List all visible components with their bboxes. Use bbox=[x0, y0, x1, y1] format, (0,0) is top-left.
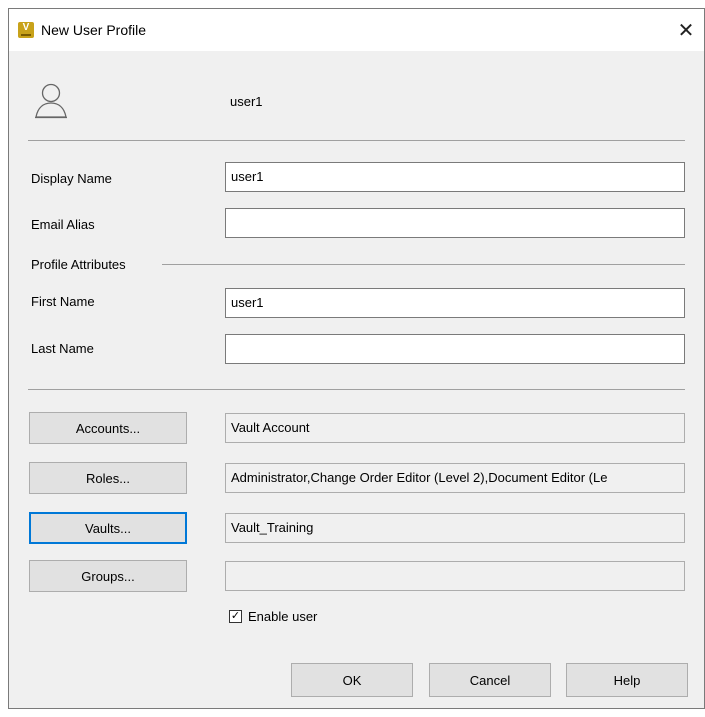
vault-app-icon: V bbox=[18, 22, 34, 38]
profile-attributes-divider bbox=[162, 264, 685, 265]
first-name-field[interactable]: user1 bbox=[225, 288, 685, 318]
groups-button[interactable]: Groups... bbox=[29, 560, 187, 592]
close-button[interactable]: ✕ bbox=[668, 9, 704, 51]
help-button[interactable]: Help bbox=[566, 663, 688, 697]
title-bar: V New User Profile ✕ bbox=[9, 9, 704, 51]
display-name-label: Display Name bbox=[31, 171, 112, 186]
header-username: user1 bbox=[230, 94, 263, 109]
user-silhouette-icon bbox=[35, 83, 67, 119]
divider-middle bbox=[28, 389, 685, 390]
display-name-field[interactable]: user1 bbox=[225, 162, 685, 192]
cancel-button[interactable]: Cancel bbox=[429, 663, 551, 697]
ok-button[interactable]: OK bbox=[291, 663, 413, 697]
new-user-profile-dialog: V New User Profile ✕ user1 Display Name … bbox=[8, 8, 705, 709]
roles-value-field: Administrator,Change Order Editor (Level… bbox=[225, 463, 685, 493]
window-title: New User Profile bbox=[41, 22, 147, 38]
groups-value-field bbox=[225, 561, 685, 591]
profile-attributes-heading: Profile Attributes bbox=[31, 257, 126, 272]
enable-user-checkbox[interactable]: ✓ bbox=[229, 610, 242, 623]
last-name-label: Last Name bbox=[31, 341, 94, 356]
enable-user-label[interactable]: Enable user bbox=[248, 609, 317, 624]
vaults-value-field: Vault_Training bbox=[225, 513, 685, 543]
email-alias-field[interactable] bbox=[225, 208, 685, 238]
last-name-field[interactable] bbox=[225, 334, 685, 364]
app-icon-letter: V bbox=[22, 22, 30, 33]
email-alias-label: Email Alias bbox=[31, 217, 95, 232]
vaults-button[interactable]: Vaults... bbox=[29, 512, 187, 544]
divider-top bbox=[28, 140, 685, 141]
accounts-button[interactable]: Accounts... bbox=[29, 412, 187, 444]
close-icon: ✕ bbox=[677, 19, 695, 42]
accounts-value-field: Vault Account bbox=[225, 413, 685, 443]
first-name-label: First Name bbox=[31, 294, 95, 309]
roles-button[interactable]: Roles... bbox=[29, 462, 187, 494]
